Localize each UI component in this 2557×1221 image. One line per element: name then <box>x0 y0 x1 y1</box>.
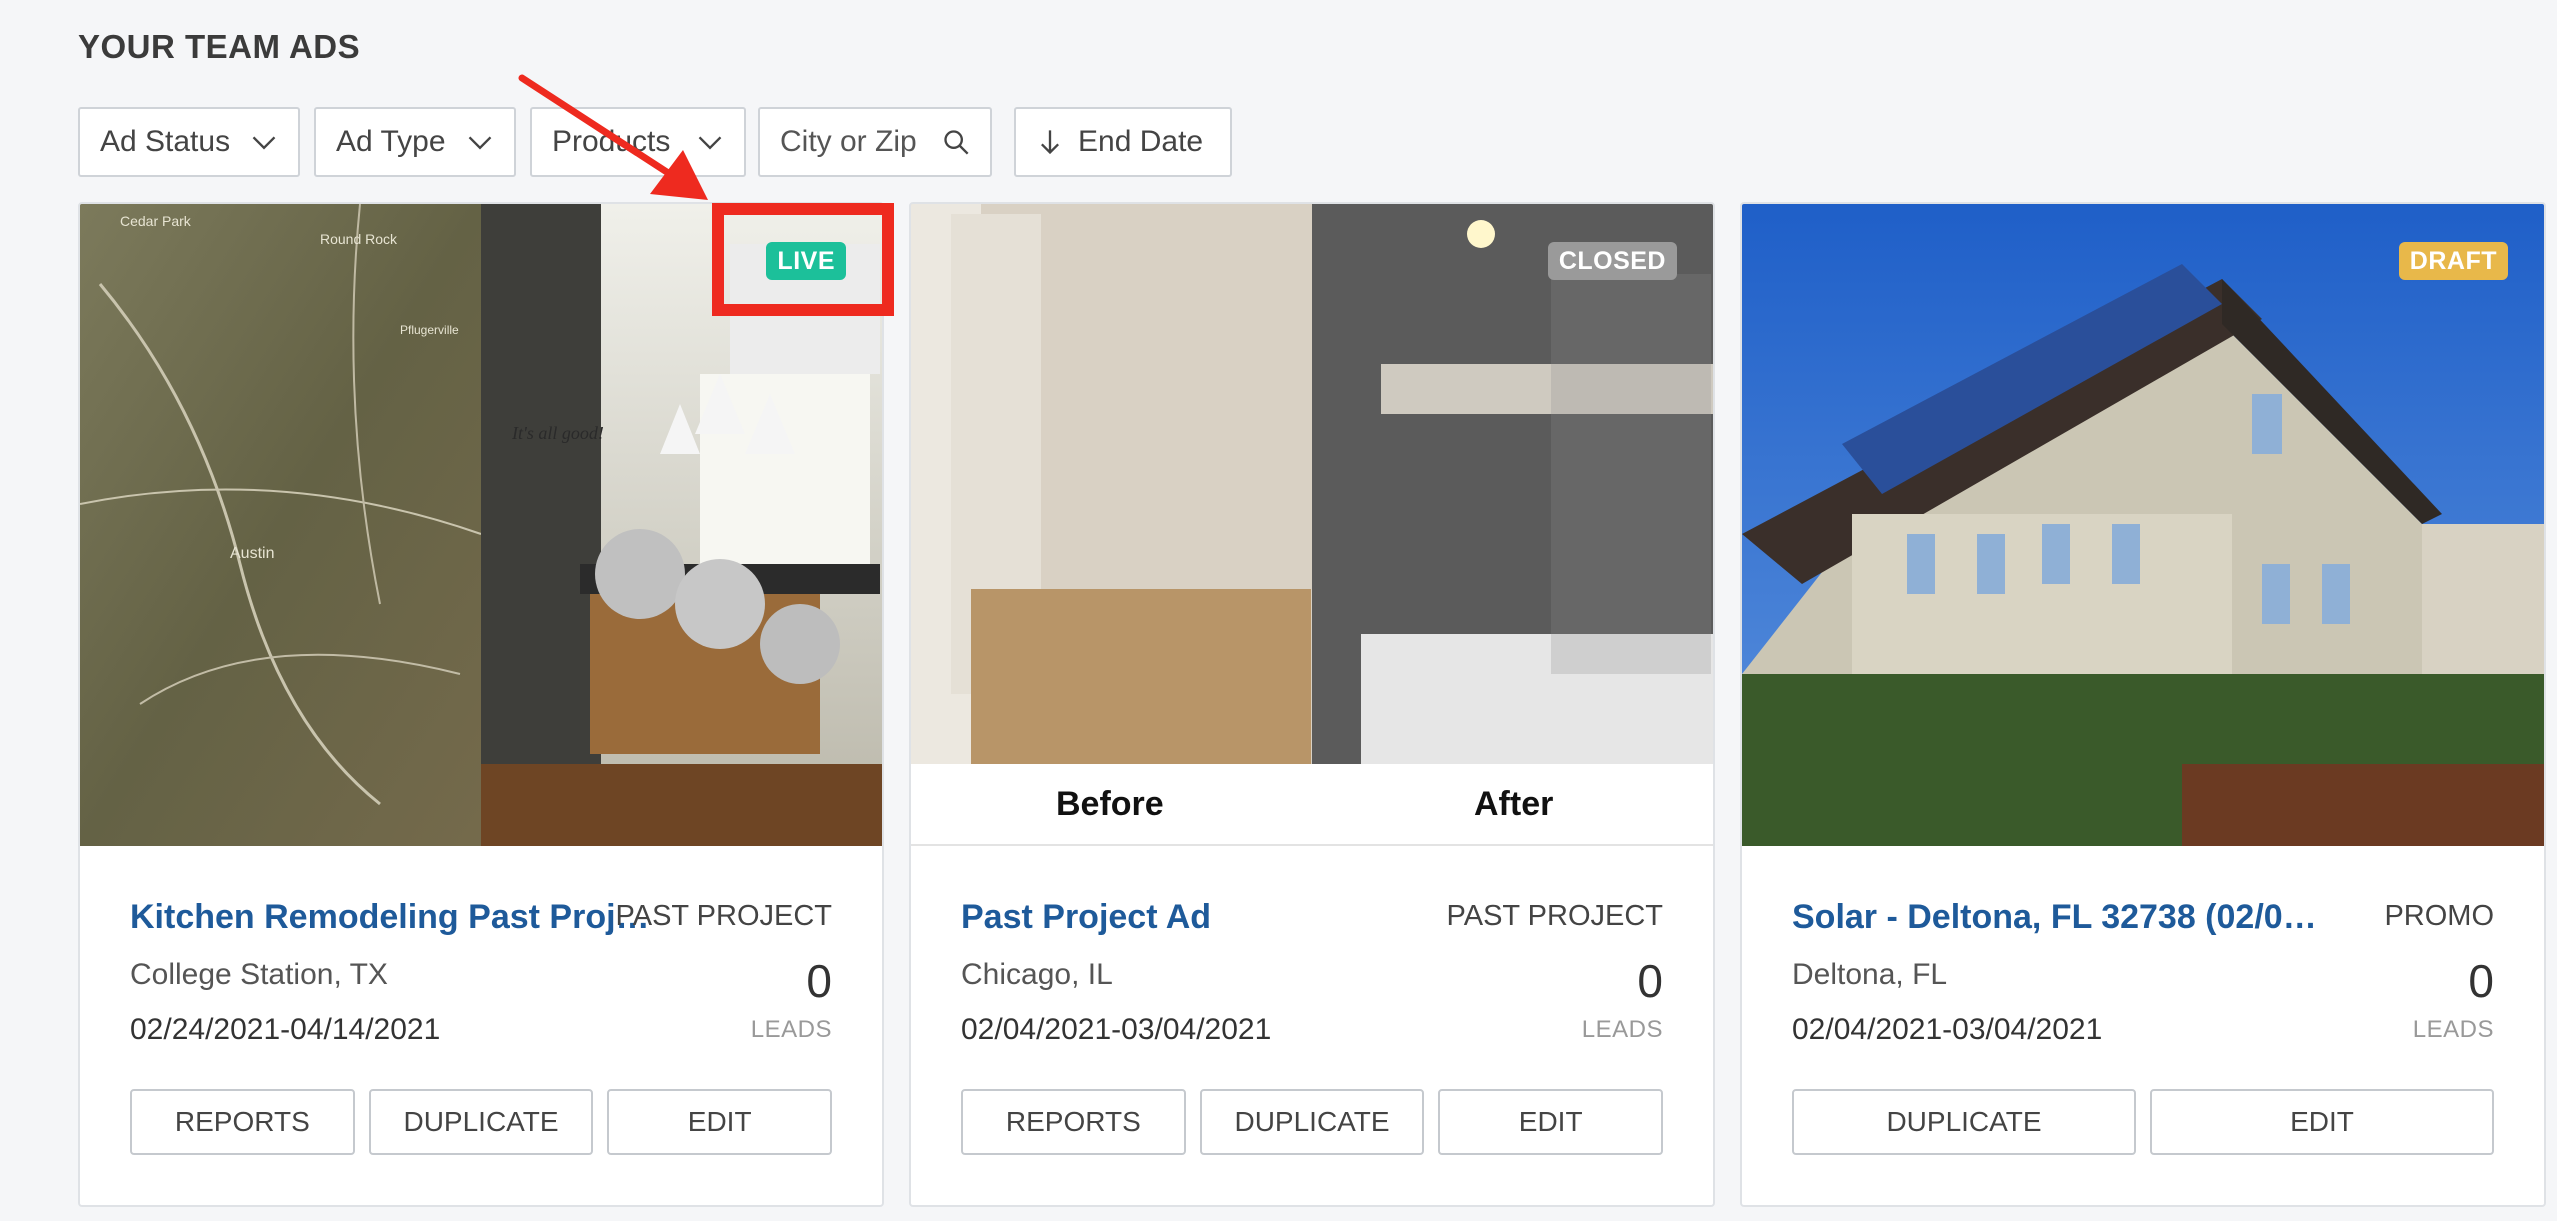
chevron-down-icon <box>252 136 276 150</box>
ad-card-actions: DUPLICATE EDIT <box>1792 1089 2494 1155</box>
status-badge: DRAFT <box>2398 242 2508 280</box>
chevron-down-icon <box>468 136 492 150</box>
leads-label: LEADS <box>1581 1016 1663 1043</box>
team-ads-page: YOUR TEAM ADS Ad Status Ad Type Products… <box>0 0 2557 1221</box>
ad-title-link[interactable]: Solar - Deltona, FL 32738 (02/04/2021) <box>1792 898 2322 937</box>
after-label: After <box>1474 784 1554 823</box>
end-date-sort-label: End Date <box>1078 125 1204 158</box>
ad-dates: 02/24/2021-04/14/2021 <box>130 1013 441 1046</box>
ad-type-label: PAST PROJECT <box>615 900 832 932</box>
ad-card[interactable]: DRAFT Solar - Deltona, FL 32738 (02/04/2… <box>1740 202 2546 1207</box>
duplicate-button[interactable]: DUPLICATE <box>368 1089 594 1155</box>
leads-label: LEADS <box>750 1016 832 1043</box>
kitchen-sign: It's all good! <box>511 423 604 443</box>
ad-card-actions: REPORTS DUPLICATE EDIT <box>130 1089 833 1155</box>
status-badge: CLOSED <box>1547 242 1677 280</box>
leads-label: LEADS <box>2412 1016 2494 1043</box>
map-label: Round Rock <box>320 231 398 247</box>
ad-card[interactable]: Before After CLOSED Past Project Ad PAST… <box>909 202 1715 1207</box>
end-date-sort[interactable]: End Date <box>1014 107 1232 177</box>
ad-dates: 02/04/2021-03/04/2021 <box>961 1013 1272 1046</box>
edit-button[interactable]: EDIT <box>2150 1089 2494 1155</box>
duplicate-button[interactable]: DUPLICATE <box>1199 1089 1425 1155</box>
annotation-arrow-icon <box>518 74 708 200</box>
section-title: YOUR TEAM ADS <box>78 28 361 65</box>
map-label: Austin <box>230 545 274 562</box>
edit-button[interactable]: EDIT <box>607 1089 833 1155</box>
search-icon <box>944 130 969 155</box>
ad-image: DRAFT <box>1742 204 2544 846</box>
ad-status-filter[interactable]: Ad Status <box>78 107 300 177</box>
ad-type-label: PROMO <box>2384 900 2494 932</box>
ad-location: College Station, TX <box>130 958 388 991</box>
ad-location: Chicago, IL <box>961 958 1113 991</box>
map-label: Pflugerville <box>400 323 459 337</box>
ad-location: Deltona, FL <box>1792 958 1948 991</box>
bathroom-before-after-image <box>911 204 1713 764</box>
map-label: Cedar Park <box>120 213 192 229</box>
ad-type-filter-label: Ad Type <box>336 125 446 158</box>
ad-dates: 02/04/2021-03/04/2021 <box>1792 1013 2103 1046</box>
leads-count: 0 <box>806 955 832 1007</box>
ad-card[interactable]: Austin Cedar Park Round Rock Pflugervill… <box>78 202 884 1207</box>
city-zip-placeholder: City or Zip <box>780 125 917 158</box>
before-label: Before <box>1056 784 1164 823</box>
reports-button[interactable]: REPORTS <box>961 1089 1186 1155</box>
ad-type-label: PAST PROJECT <box>1446 900 1663 932</box>
reports-button[interactable]: REPORTS <box>130 1089 355 1155</box>
city-zip-search[interactable]: City or Zip <box>758 107 992 177</box>
duplicate-button[interactable]: DUPLICATE <box>1792 1089 2136 1155</box>
solar-house-image <box>1742 204 2544 846</box>
ad-title-link[interactable]: Past Project Ad <box>961 898 1491 937</box>
ad-image: Before After CLOSED <box>911 204 1713 846</box>
annotation-highlight-box <box>712 203 894 316</box>
leads-count: 0 <box>2468 955 2494 1007</box>
ad-status-filter-label: Ad Status <box>100 125 231 158</box>
before-after-caption: Before After <box>911 764 1713 846</box>
ad-title-link[interactable]: Kitchen Remodeling Past Project <box>130 898 660 937</box>
ad-type-filter[interactable]: Ad Type <box>314 107 516 177</box>
ad-card-actions: REPORTS DUPLICATE EDIT <box>961 1089 1664 1155</box>
leads-count: 0 <box>1637 955 1663 1007</box>
arrow-down-icon <box>1041 130 1059 155</box>
edit-button[interactable]: EDIT <box>1438 1089 1664 1155</box>
